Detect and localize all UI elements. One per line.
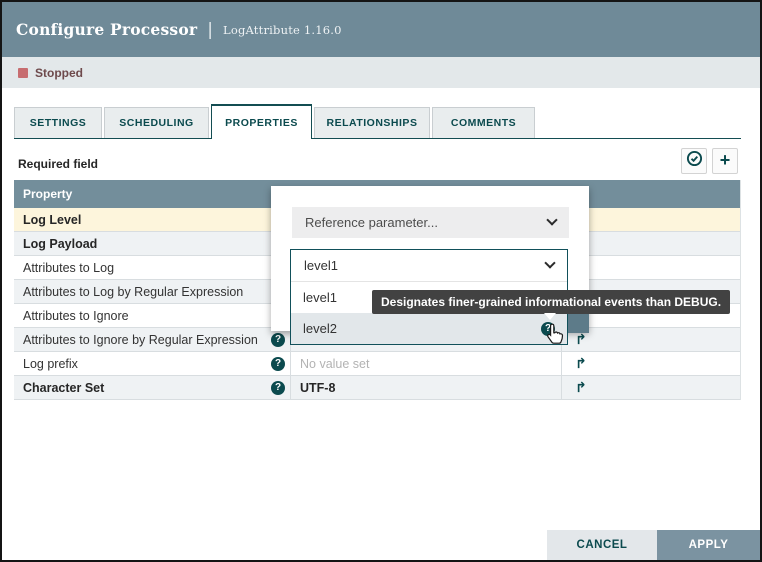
- property-name: Log Payload: [23, 237, 97, 251]
- table-toolbar: +: [676, 148, 738, 174]
- goto-parameter-icon[interactable]: ↱: [575, 356, 587, 372]
- property-name: Attributes to Log by Regular Expression: [23, 285, 243, 299]
- tab-label: RELATIONSHIPS: [327, 117, 418, 129]
- property-name-cell: Log prefix ?: [14, 352, 290, 375]
- cancel-button[interactable]: CANCEL: [547, 530, 657, 560]
- goto-parameter-icon[interactable]: ↱: [575, 380, 587, 396]
- selected-option-label: level1: [304, 258, 338, 273]
- tab-bar: SETTINGS SCHEDULING PROPERTIES RELATIONS…: [14, 104, 741, 139]
- goto-parameter-icon[interactable]: ↱: [575, 332, 587, 348]
- property-name-cell: Log Payload ?: [14, 232, 290, 255]
- stopped-icon: [18, 68, 28, 78]
- help-icon[interactable]: ?: [271, 333, 285, 347]
- property-value-cell[interactable]: No value set: [290, 352, 561, 375]
- required-field-label: Required field: [18, 157, 98, 171]
- tab-label: SETTINGS: [30, 117, 87, 129]
- apply-button[interactable]: APPLY: [657, 530, 760, 560]
- tab-relationships[interactable]: RELATIONSHIPS: [314, 107, 430, 138]
- help-icon[interactable]: ?: [271, 357, 285, 371]
- tab-settings[interactable]: SETTINGS: [14, 107, 102, 138]
- property-value-cell[interactable]: UTF-8: [290, 376, 561, 399]
- tab-label: PROPERTIES: [225, 117, 298, 129]
- title-separator: |: [207, 20, 213, 40]
- property-name-cell: Attributes to Log ?: [14, 256, 290, 279]
- chevron-down-icon: [546, 214, 557, 225]
- property-name: Attributes to Log: [23, 261, 114, 275]
- dialog-titlebar: Configure Processor | LogAttribute 1.16.…: [2, 2, 760, 57]
- property-name: Log prefix: [23, 357, 78, 371]
- select-current-value[interactable]: level1: [291, 250, 567, 282]
- option-label: level2: [303, 321, 337, 336]
- property-name: Attributes to Ignore by Regular Expressi…: [23, 333, 258, 347]
- hand-cursor: [543, 322, 565, 351]
- property-row[interactable]: Log prefix ? No value set ↱: [14, 352, 740, 376]
- verify-properties-button[interactable]: [681, 148, 707, 174]
- reference-parameter-combo[interactable]: Reference parameter...: [292, 207, 569, 238]
- property-name-cell: Attributes to Log by Regular Expression …: [14, 280, 290, 303]
- property-extra-cell: ↱: [561, 376, 740, 399]
- property-name-cell: Log Level ?: [14, 208, 290, 231]
- select-option[interactable]: level2 ?: [291, 313, 567, 344]
- check-circle-icon: [686, 150, 703, 172]
- property-name: Character Set: [23, 381, 104, 395]
- processor-type-version: LogAttribute 1.16.0: [223, 23, 342, 37]
- dialog-title: Configure Processor: [16, 20, 197, 39]
- add-property-button[interactable]: +: [712, 148, 738, 174]
- plus-icon: +: [720, 151, 731, 169]
- tooltip-arrow: [544, 313, 556, 320]
- popup-shadow-block: [568, 313, 589, 333]
- tab-label: COMMENTS: [451, 117, 516, 129]
- status-bar: Stopped: [2, 57, 760, 88]
- status-label: Stopped: [35, 66, 83, 80]
- property-row[interactable]: Character Set ? UTF-8 ↱: [14, 376, 740, 400]
- property-name-cell: Attributes to Ignore by Regular Expressi…: [14, 328, 290, 351]
- help-icon[interactable]: ?: [271, 381, 285, 395]
- tab-properties[interactable]: PROPERTIES: [211, 104, 312, 139]
- option-label: level1: [303, 290, 337, 305]
- property-name: Log Level: [23, 213, 81, 227]
- property-name-cell: Character Set ?: [14, 376, 290, 399]
- tab-comments[interactable]: COMMENTS: [432, 107, 535, 138]
- property-extra-cell: ↱: [561, 352, 740, 375]
- option-description-tooltip: Designates finer-grained informational e…: [372, 290, 730, 314]
- tab-label: SCHEDULING: [119, 117, 193, 129]
- configure-processor-dialog: Configure Processor | LogAttribute 1.16.…: [0, 0, 762, 562]
- reference-parameter-label: Reference parameter...: [305, 215, 438, 230]
- tab-scheduling[interactable]: SCHEDULING: [104, 107, 209, 138]
- property-name-cell: Attributes to Ignore ?: [14, 304, 290, 327]
- chevron-down-icon: [544, 257, 555, 268]
- property-name: Attributes to Ignore: [23, 309, 129, 323]
